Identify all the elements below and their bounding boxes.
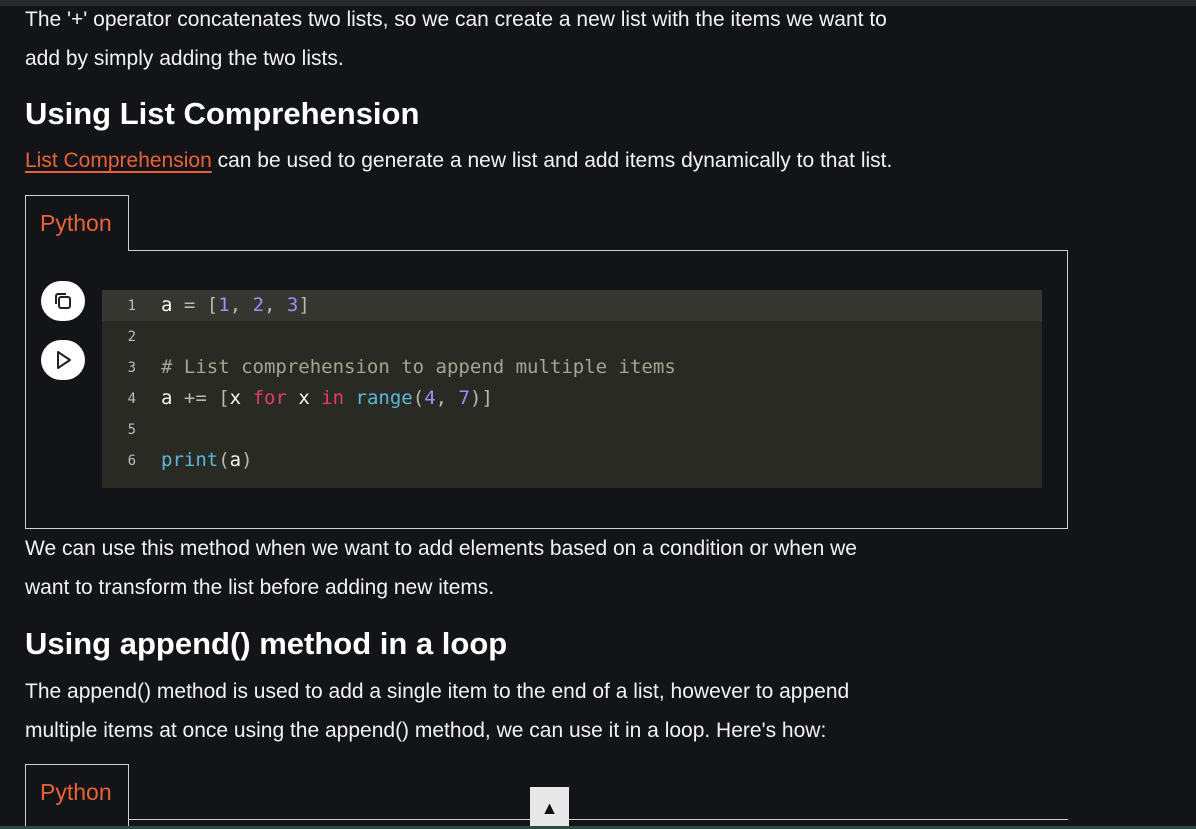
code-line: 4 a += [x for x in range(4, 7)] [102, 383, 1042, 414]
intro-line-2: add by simply adding the two lists. [25, 47, 344, 70]
line-number: 4 [127, 391, 136, 407]
code-line: 2 [102, 321, 1042, 352]
after-line-1: We can use this method when we want to a… [25, 537, 857, 560]
section1-description-text: can be used to generate a new list and a… [211, 149, 893, 172]
tab-python-label: Python [40, 210, 112, 236]
code-line: 1 a = [1, 2, 3] [102, 290, 1042, 321]
section1-description: List Comprehension can be used to genera… [25, 141, 1085, 180]
section-heading-append-loop: Using append() method in a loop [25, 626, 508, 661]
tab-python-2-label: Python [40, 779, 112, 805]
section2-line-2: multiple items at once using the append(… [25, 719, 827, 742]
code-line: 3 # List comprehension to append multipl… [102, 352, 1042, 383]
line-number: 1 [127, 298, 136, 314]
section-heading-list-comprehension: Using List Comprehension [25, 96, 420, 131]
code-text: a = [1, 2, 3] [161, 294, 310, 316]
tab-python[interactable]: Python [25, 195, 129, 251]
intro-paragraph: The '+' operator concatenates two lists,… [25, 0, 1085, 78]
arrow-up-icon: ▲ [540, 797, 559, 818]
scroll-to-top-button[interactable]: ▲ [530, 787, 569, 829]
line-number: 3 [127, 360, 136, 376]
section2-description: The append() method is used to add a sin… [25, 672, 1085, 750]
code-text: print(a) [161, 449, 253, 471]
intro-line-1: The '+' operator concatenates two lists,… [25, 8, 887, 31]
tab-python-2[interactable]: Python [25, 764, 129, 826]
run-button[interactable] [41, 340, 85, 380]
section2-line-1: The append() method is used to add a sin… [25, 680, 850, 703]
section1-after-paragraph: We can use this method when we want to a… [25, 529, 1085, 607]
code-line: 5 [102, 414, 1042, 445]
code-line: 6 print(a) [102, 445, 1042, 476]
play-icon [57, 351, 71, 369]
line-number: 6 [127, 453, 136, 469]
after-line-2: want to transform the list before adding… [25, 576, 495, 599]
line-number: 5 [127, 422, 136, 438]
list-comprehension-link[interactable]: List Comprehension [25, 149, 212, 172]
copy-button[interactable] [41, 281, 85, 321]
line-number: 2 [127, 329, 136, 345]
code-editor: 1 a = [1, 2, 3] 2 3 # List comprehension… [102, 290, 1042, 488]
copy-icon [55, 293, 71, 309]
code-comment: # List comprehension to append multiple … [161, 356, 676, 378]
code-text: a += [x for x in range(4, 7)] [161, 387, 493, 409]
code-block: 1 a = [1, 2, 3] 2 3 # List comprehension… [25, 250, 1068, 529]
